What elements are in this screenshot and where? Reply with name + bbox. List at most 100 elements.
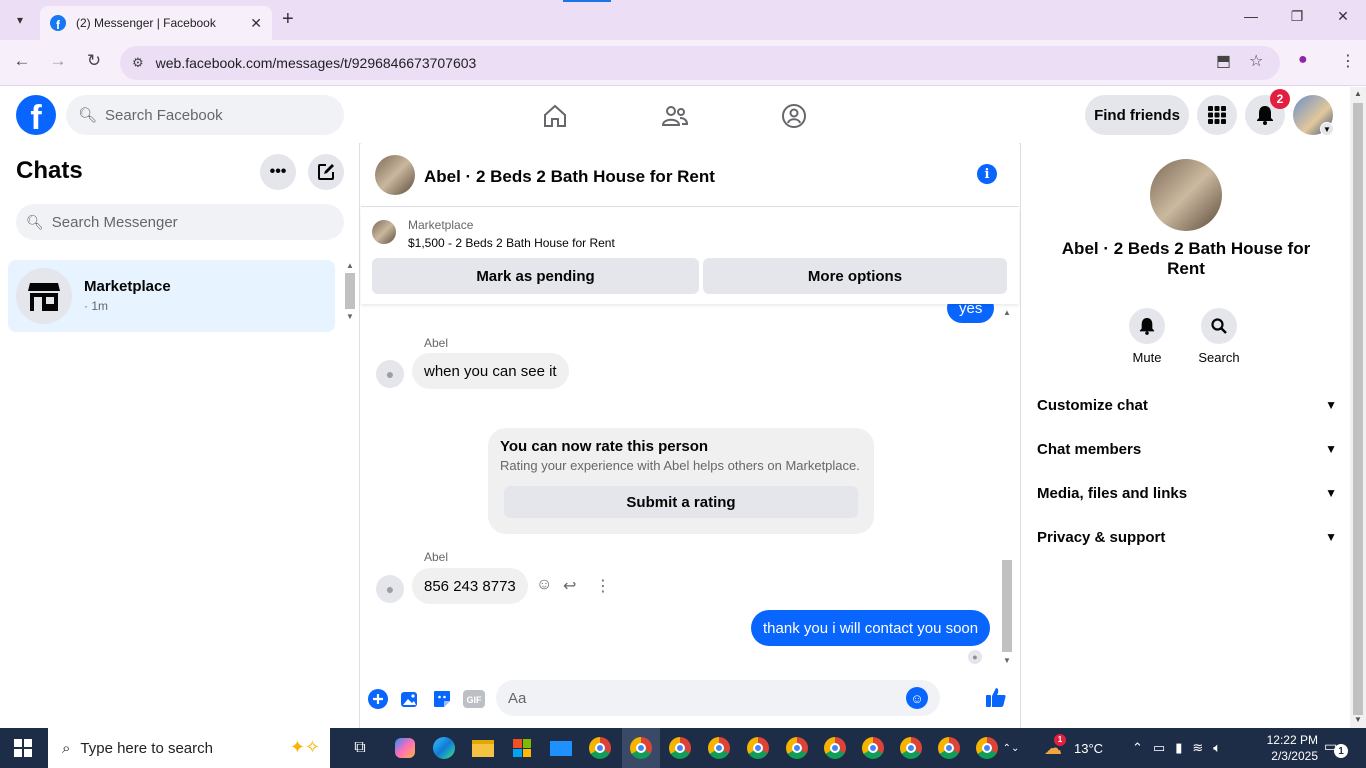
new-message-icon[interactable] <box>308 154 344 190</box>
conversation-scrollbar[interactable]: ▲ ▼ <box>1000 308 1014 668</box>
emoji-icon[interactable]: ☺ <box>906 687 928 709</box>
incoming-message[interactable]: when you can see it <box>412 353 569 389</box>
minimize-icon[interactable]: — <box>1228 8 1274 24</box>
more-actions-icon[interactable]: ⋮ <box>595 576 611 596</box>
chrome-icon[interactable] <box>821 734 849 762</box>
bookmark-star-icon[interactable]: ☆ <box>1249 51 1263 71</box>
page-scrollbar[interactable]: ▲ ▼ <box>1350 87 1366 728</box>
search-action[interactable]: Search <box>1189 308 1249 365</box>
conversation-avatar[interactable] <box>375 155 415 195</box>
close-window-icon[interactable]: ✕ <box>1320 8 1366 25</box>
scroll-down-icon[interactable]: ▼ <box>1350 715 1366 724</box>
attach-photo-icon[interactable] <box>399 688 421 710</box>
scroll-up-icon[interactable]: ▲ <box>1000 308 1014 317</box>
install-app-icon[interactable]: ⬒ <box>1216 51 1231 71</box>
chat-members-section[interactable]: Chat members ▼ <box>1037 427 1337 471</box>
meet-now-icon[interactable]: ▭ <box>1153 740 1165 756</box>
mute-action[interactable]: Mute <box>1117 308 1177 365</box>
chrome-icon[interactable] <box>744 734 772 762</box>
scroll-thumb[interactable] <box>345 273 355 309</box>
volume-icon[interactable]: 🔈︎ <box>1213 740 1221 756</box>
media-files-links-section[interactable]: Media, files and links ▼ <box>1037 471 1337 515</box>
address-bar[interactable]: ⚙ web.facebook.com/messages/t/9296846673… <box>120 46 1280 80</box>
profile-icon[interactable]: ● <box>1298 51 1308 69</box>
site-info-icon[interactable]: ⚙ <box>132 55 144 71</box>
thumbs-up-icon[interactable] <box>985 686 1007 708</box>
file-explorer-icon[interactable] <box>469 734 497 762</box>
sender-avatar-icon[interactable]: ● <box>376 360 404 388</box>
chrome-icon[interactable] <box>783 734 811 762</box>
scroll-down-icon[interactable]: ▼ <box>1000 656 1014 665</box>
scroll-down-icon[interactable]: ▼ <box>343 312 357 321</box>
chrome-icon[interactable] <box>627 734 655 762</box>
restore-icon[interactable]: ❐ <box>1274 8 1320 25</box>
account-chevron-down-icon[interactable]: ▼ <box>1320 122 1334 136</box>
menu-grid-icon[interactable] <box>1197 95 1237 135</box>
message-input[interactable]: Aa ☺ <box>496 680 940 716</box>
browser-tab[interactable]: f (2) Messenger | Facebook ✕ <box>40 6 272 40</box>
friends-icon[interactable] <box>660 101 690 131</box>
notification-center-icon[interactable]: ▭ 1 <box>1324 738 1348 758</box>
scroll-thumb[interactable] <box>1353 103 1363 715</box>
forward-icon[interactable]: → <box>46 51 70 71</box>
facebook-search-input[interactable]: 🔍︎ Search Facebook <box>66 95 344 135</box>
gif-icon[interactable]: GIF <box>463 688 485 710</box>
messenger-search-input[interactable]: 🔍︎ Search Messenger <box>16 204 344 240</box>
info-icon[interactable]: i <box>977 164 997 184</box>
listing-thumbnail[interactable] <box>372 220 396 244</box>
sticker-icon[interactable] <box>431 688 453 710</box>
mute-bell-icon[interactable] <box>1129 308 1165 344</box>
listing-price[interactable]: $1,500 - 2 Beds 2 Bath House for Rent <box>408 236 615 250</box>
battery-icon[interactable]: ▮ <box>1175 740 1182 756</box>
chrome-icon[interactable] <box>897 734 925 762</box>
react-emoji-icon[interactable]: ☺ <box>536 576 552 594</box>
weather-widget[interactable]: ☁ 1 13°C <box>1044 728 1103 768</box>
chevron-up-icon[interactable]: ⌃ <box>1132 740 1143 756</box>
customize-chat-section[interactable]: Customize chat ▼ <box>1037 383 1337 427</box>
edge-browser-icon[interactable] <box>430 734 458 762</box>
chrome-icon[interactable] <box>666 734 694 762</box>
new-tab-icon[interactable]: + <box>282 8 294 31</box>
microsoft-store-icon[interactable] <box>508 734 536 762</box>
chat-list-scrollbar[interactable]: ▲ ▼ <box>343 261 357 331</box>
mark-as-pending-button[interactable]: Mark as pending <box>372 258 699 294</box>
task-view-icon[interactable]: ⧉ <box>346 734 374 762</box>
scroll-up-icon[interactable]: ▲ <box>1350 89 1366 98</box>
scroll-up-icon[interactable]: ▲ <box>343 261 357 270</box>
reload-icon[interactable]: ↻ <box>82 51 106 71</box>
chrome-icon[interactable] <box>586 734 614 762</box>
find-friends-button[interactable]: Find friends <box>1085 95 1189 135</box>
add-plus-icon[interactable] <box>367 688 389 710</box>
incoming-message[interactable]: 856 243 8773 <box>412 568 528 604</box>
wifi-icon[interactable]: ≋ <box>1192 740 1203 756</box>
taskbar-overflow-icon[interactable]: ⌃⌄ <box>1002 734 1020 762</box>
sender-avatar-icon[interactable]: ● <box>376 575 404 603</box>
windows-start-icon[interactable] <box>14 739 32 757</box>
chrome-icon[interactable] <box>705 734 733 762</box>
clock[interactable]: 12:22 PM 2/3/2025 <box>1258 732 1318 764</box>
back-icon[interactable]: ← <box>10 51 34 71</box>
chrome-icon[interactable] <box>973 734 1001 762</box>
details-avatar[interactable] <box>1150 159 1222 231</box>
search-icon[interactable] <box>1201 308 1237 344</box>
home-icon[interactable] <box>540 101 570 131</box>
outgoing-message[interactable]: thank you i will contact you soon <box>751 610 991 646</box>
close-tab-icon[interactable]: ✕ <box>250 15 262 32</box>
more-options-button[interactable]: More options <box>703 258 1007 294</box>
reply-icon[interactable]: ↩ <box>563 576 576 596</box>
chat-options-icon[interactable]: ••• <box>260 154 296 190</box>
facebook-logo-icon[interactable]: f <box>16 95 56 135</box>
tab-search-icon[interactable]: ▾ <box>8 8 32 32</box>
chrome-icon[interactable] <box>859 734 887 762</box>
privacy-support-section[interactable]: Privacy & support ▼ <box>1037 515 1337 559</box>
copilot-icon[interactable] <box>391 734 419 762</box>
scroll-thumb[interactable] <box>1002 560 1012 652</box>
groups-icon[interactable] <box>779 101 809 131</box>
browser-menu-icon[interactable]: ⋮ <box>1340 51 1356 71</box>
chrome-icon[interactable] <box>935 734 963 762</box>
conversation-title[interactable]: Abel · 2 Beds 2 Bath House for Rent <box>424 167 715 187</box>
submit-rating-button[interactable]: Submit a rating <box>504 486 858 518</box>
taskbar-search-input[interactable]: ⌕ Type here to search ✦✧ <box>48 728 330 768</box>
mail-icon[interactable] <box>547 734 575 762</box>
chat-list-item[interactable]: Marketplace · 1m <box>8 260 335 332</box>
